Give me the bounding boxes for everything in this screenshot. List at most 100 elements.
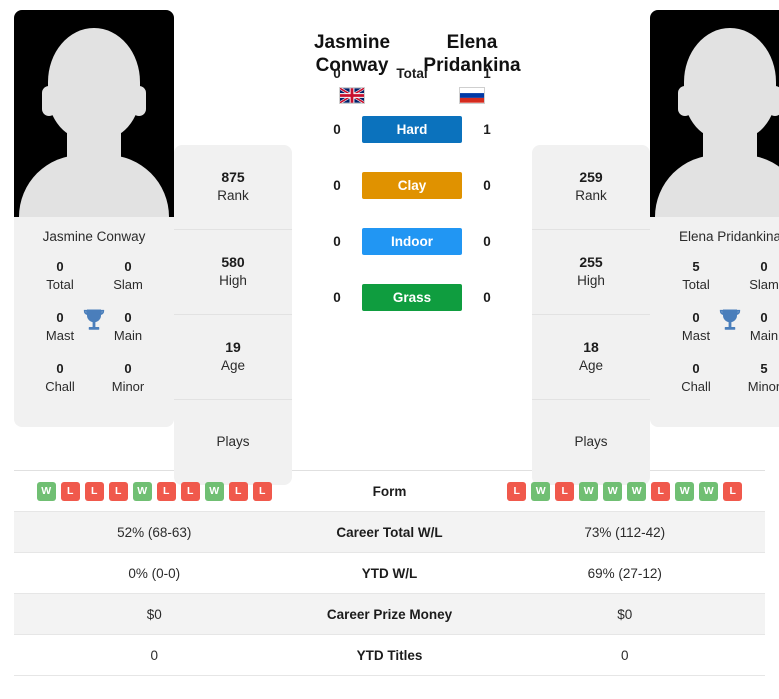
h2h-total-left: 0 [333, 66, 341, 82]
left-career-total-wl: 52% (68-63) [117, 524, 192, 540]
form-badge-loss[interactable]: L [723, 481, 743, 501]
h2h-hard-right: 1 [483, 122, 491, 138]
surface-badge-grass[interactable]: Grass [362, 284, 462, 312]
right-titles-row-1: 5 Total 0 Slam [658, 258, 779, 293]
left-career-prize-money: $0 [146, 606, 162, 622]
form-badge-win[interactable]: W [132, 481, 152, 501]
right-titles-chall-value: 0 [692, 361, 700, 377]
left-form-strip: WLLLWLLWLL [14, 481, 295, 501]
form-badge-loss[interactable]: L [228, 481, 248, 501]
right-stat-rank-value: 259 [579, 168, 603, 185]
surface-badge-indoor[interactable]: Indoor [362, 228, 462, 256]
left-titles-chall-label: Chall [45, 378, 75, 394]
left-stat-high-value: 580 [221, 253, 245, 270]
left-stat-rank-label: Rank [217, 188, 249, 204]
h2h-row-indoor: 0 Indoor 0 [326, 214, 498, 270]
surface-badge-clay[interactable]: Clay [362, 172, 462, 200]
form-badge-loss[interactable]: L [156, 481, 176, 501]
form-badge-loss[interactable]: L [180, 481, 200, 501]
form-badge-loss[interactable]: L [60, 481, 80, 501]
right-titles-row-3: 0 Chall 5 Minor [658, 360, 779, 395]
trophy-icon [83, 309, 105, 330]
left-titles-total: 0 Total [32, 258, 88, 293]
left-titles-minor-value: 0 [124, 361, 132, 377]
table-row: 0% (0-0) YTD W/L 69% (27-12) [14, 553, 765, 594]
left-form-cell: WLLLWLLWLL [14, 481, 295, 501]
comparison-top-section: Jasmine Conway 0 Total 0 Slam 0 Mast 0 M… [0, 0, 779, 485]
left-titles-minor: 0 Minor [100, 360, 156, 395]
head-to-head-section: Jasmine Conway Elena Pridankina 0 Total … [292, 10, 532, 326]
right-titles-chall: 0 Chall [668, 360, 724, 395]
player-comparison-page: Jasmine Conway 0 Total 0 Slam 0 Mast 0 M… [0, 0, 779, 699]
right-titles-slam: 0 Slam [736, 258, 779, 293]
left-player-name: Jasmine Conway [42, 229, 146, 244]
right-stat-plays-label: Plays [574, 434, 608, 450]
form-badge-win[interactable]: W [603, 481, 623, 501]
right-career-prize-money: $0 [617, 606, 633, 622]
left-titles-main-label: Main [113, 327, 143, 343]
h2h-grass-right: 0 [483, 290, 491, 306]
right-stat-age-value: 18 [583, 338, 599, 355]
h2h-rows: 0 Total 1 0 Hard 1 0 Clay 0 0 Indoor 0 0… [326, 46, 498, 326]
left-titles-chall: 0 Chall [32, 360, 88, 395]
h2h-row-clay: 0 Clay 0 [326, 158, 498, 214]
form-badge-loss[interactable]: L [84, 481, 104, 501]
form-badge-win[interactable]: W [204, 481, 224, 501]
right-titles-total-label: Total [682, 276, 710, 292]
left-stat-age-value: 19 [225, 338, 241, 355]
left-ytd-wl: 0% (0-0) [128, 565, 181, 581]
left-titles-slam: 0 Slam [100, 258, 156, 293]
right-player-card[interactable]: Elena Pridankina 5 Total 0 Slam 0 Mast 0… [650, 10, 779, 428]
left-titles-main-value: 0 [124, 310, 132, 326]
right-titles-minor: 5 Minor [736, 360, 779, 395]
right-titles-slam-value: 0 [760, 259, 768, 274]
form-badge-win[interactable]: W [531, 481, 551, 501]
left-stat-stack: 875 Rank 580 High 19 Age Plays [174, 145, 292, 485]
form-badge-win[interactable]: W [36, 481, 56, 501]
ytd-wl-label: YTD W/L [361, 565, 418, 581]
avatar-head-shape [48, 28, 140, 140]
form-badge-loss[interactable]: L [555, 481, 575, 501]
left-stat-rank-value: 875 [221, 168, 245, 185]
right-form-strip: LWLWWWLWWL [485, 481, 766, 501]
surface-badge-hard[interactable]: Hard [362, 116, 462, 144]
avatar-head-shape [684, 28, 776, 140]
right-stat-stack: 259 Rank 255 High 18 Age Plays [532, 145, 650, 485]
form-badge-loss[interactable]: L [651, 481, 671, 501]
left-titles-row-3: 0 Chall 0 Minor [22, 360, 166, 395]
avatar-ear-right-shape [768, 86, 779, 116]
right-titles-minor-label: Minor [747, 378, 779, 394]
right-career-total-wl: 73% (112-42) [584, 524, 666, 540]
h2h-total-label: Total [396, 66, 428, 82]
left-titles-chall-value: 0 [56, 361, 64, 377]
left-titles-minor-label: Minor [111, 378, 145, 394]
left-stat-high-label: High [219, 273, 247, 289]
h2h-hard-left: 0 [333, 122, 341, 138]
right-titles-chall-label: Chall [681, 378, 711, 394]
right-titles-total: 5 Total [668, 258, 724, 293]
left-stat-rank: 875 Rank [174, 145, 292, 230]
form-badge-loss[interactable]: L [507, 481, 527, 501]
form-badge-loss[interactable]: L [252, 481, 272, 501]
form-badge-win[interactable]: W [675, 481, 695, 501]
left-titles-total-label: Total [46, 276, 74, 292]
comparison-stats-table: WLLLWLLWLL Form LWLWWWLWWL 52% (68-63) C… [14, 470, 765, 676]
h2h-clay-left: 0 [333, 178, 341, 194]
right-titles-slam-label: Slam [749, 276, 779, 292]
form-badge-win[interactable]: W [579, 481, 599, 501]
left-player-card[interactable]: Jasmine Conway 0 Total 0 Slam 0 Mast 0 M… [14, 10, 174, 428]
left-ytd-titles: 0 [150, 647, 158, 663]
table-row: $0 Career Prize Money $0 [14, 594, 765, 635]
form-badge-win[interactable]: W [699, 481, 719, 501]
right-stat-plays: Plays [532, 400, 650, 485]
left-stat-age: 19 Age [174, 315, 292, 400]
form-badge-loss[interactable]: L [108, 481, 128, 501]
right-player-avatar [650, 10, 779, 217]
left-titles-row-1: 0 Total 0 Slam [22, 258, 166, 293]
h2h-total-right: 1 [483, 66, 491, 82]
trophy-icon [719, 309, 741, 330]
right-titles-total-value: 5 [692, 259, 700, 274]
right-stat-high: 255 High [532, 230, 650, 315]
form-badge-win[interactable]: W [627, 481, 647, 501]
left-stat-high: 580 High [174, 230, 292, 315]
